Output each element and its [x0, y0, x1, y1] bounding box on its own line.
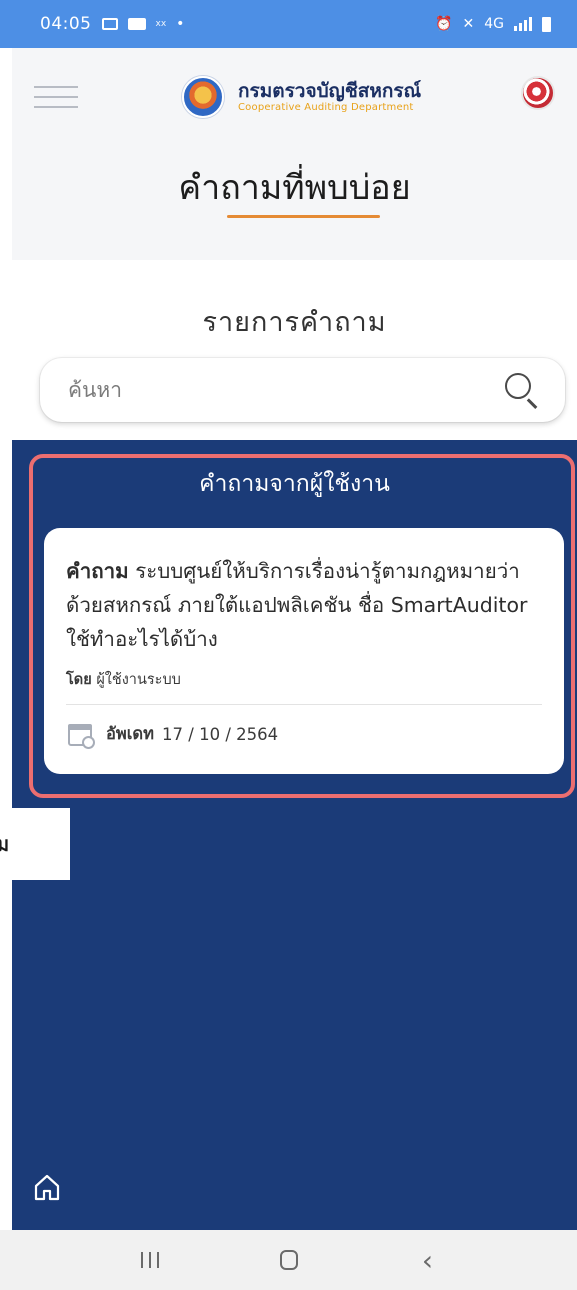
alarm-icon: ⏰ [435, 16, 453, 32]
title-underline [227, 215, 380, 218]
mute-icon: ✕ [462, 16, 475, 32]
logo-seal-icon [182, 76, 224, 118]
recents-icon [140, 1252, 159, 1268]
author-label: โดย [66, 672, 92, 688]
logo-title: กรมตรวจบัญชีสหกรณ์ [238, 80, 422, 102]
search-box [40, 358, 565, 422]
question-date-row: อัพเดท 17 / 10 / 2564 [66, 718, 278, 750]
home-button[interactable] [259, 1240, 319, 1280]
question-card[interactable]: คำถาม ระบบศูนย์ให้บริการเรื่องน่ารู้ตามก… [44, 528, 564, 774]
status-right: ⏰ ✕ 4G [435, 16, 551, 32]
recents-button[interactable] [120, 1240, 180, 1280]
status-time: 04:05 [40, 14, 92, 34]
card-divider [66, 704, 542, 705]
floating-label-text: ม [0, 832, 10, 856]
logo-subtitle: Cooperative Auditing Department [238, 102, 414, 113]
status-bar: 04:05 xx • ⏰ ✕ 4G [0, 0, 577, 48]
video-icon [127, 18, 146, 30]
user-questions-title: คำถามจากผู้ใช้งาน [199, 471, 390, 497]
search-input[interactable] [68, 378, 501, 402]
date-value: 17 / 10 / 2564 [162, 724, 279, 744]
notification-mini-label: xx [155, 19, 167, 29]
search-icon[interactable] [501, 370, 541, 410]
question-body: ระบบศูนย์ให้บริการเรื่องน่ารู้ตามกฎหมายว… [66, 559, 528, 651]
status-left: 04:05 xx • [40, 14, 184, 34]
back-button[interactable]: ‹ [398, 1240, 458, 1280]
network-label: 4G [484, 16, 504, 32]
signal-icon [514, 17, 532, 31]
logo-text: กรมตรวจบัญชีสหกรณ์ Cooperative Auditing … [238, 80, 421, 114]
gallery-icon [101, 18, 118, 30]
notification-dot-icon: • [176, 16, 185, 32]
question-text: คำถาม ระบบศูนย์ให้บริการเรื่องน่ารู้ตามก… [66, 554, 546, 656]
battery-icon [542, 16, 551, 32]
app-header: กรมตรวจบัญชีสหกรณ์ Cooperative Auditing … [12, 48, 577, 260]
question-label: คำถาม [66, 559, 129, 583]
author-name: ผู้ใช้งานระบบ [96, 672, 181, 688]
calendar-icon [66, 718, 98, 750]
floating-label: ม [0, 808, 70, 880]
logo: กรมตรวจบัญชีสหกรณ์ Cooperative Auditing … [182, 76, 421, 118]
hamburger-icon[interactable] [34, 86, 78, 108]
question-author: โดย ผู้ใช้งานระบบ [66, 668, 181, 691]
date-label: อัพเดท [106, 724, 155, 743]
avatar[interactable] [521, 76, 555, 110]
section-title: รายการคำถาม [202, 307, 387, 338]
system-nav-bar: ‹ [0, 1230, 577, 1290]
page-title: คำถามที่พบบ่อย [178, 168, 411, 208]
home-icon[interactable] [32, 1172, 62, 1202]
back-icon: ‹ [421, 1243, 434, 1277]
home-button-icon [279, 1250, 298, 1270]
